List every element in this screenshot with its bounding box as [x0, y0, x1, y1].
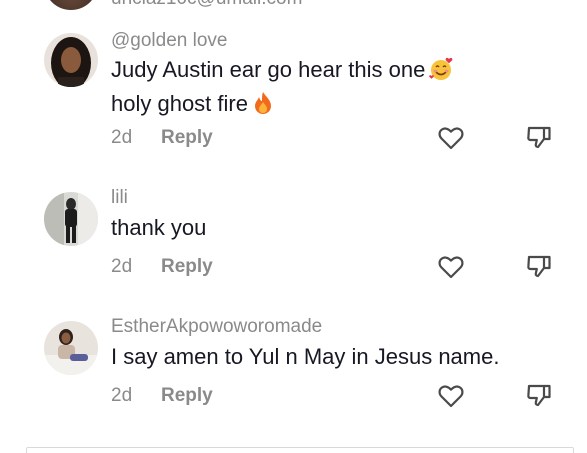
previous-comment-text: unclaz10c@umall.com [111, 0, 302, 10]
comment-text-line: I say amen to Yul n May in Jesus name. [111, 344, 500, 369]
comments-panel: unclaz10c@umall.com @golden love Judy Au… [0, 0, 587, 453]
comment-date: 2d [111, 256, 133, 277]
dislike-button[interactable] [524, 380, 554, 410]
comment-text: thank you [111, 213, 206, 243]
comment-date: 2d [111, 127, 133, 148]
dislike-button[interactable] [524, 251, 554, 281]
heart-outline-icon [438, 385, 464, 408]
reply-button[interactable]: Reply [161, 127, 213, 149]
thumbs-down-outline-icon [527, 126, 551, 149]
avatar[interactable] [44, 192, 98, 246]
reply-button[interactable]: Reply [161, 385, 213, 407]
like-button[interactable] [436, 123, 466, 153]
avatar[interactable] [44, 0, 98, 10]
thumbs-down-outline-icon [527, 384, 551, 407]
comment-username[interactable]: lili [111, 187, 128, 209]
fire-icon [252, 91, 274, 123]
comment-text: I say amen to Yul n May in Jesus name. [111, 342, 499, 372]
comment-text-line: Judy Austin ear go hear this one [111, 57, 426, 82]
dislike-button[interactable] [524, 122, 554, 152]
heart-outline-icon [438, 127, 464, 150]
reply-button[interactable]: Reply [161, 256, 213, 278]
heart-outline-icon [438, 256, 464, 279]
comment-text: Judy Austin ear go hear this one holy gh… [111, 55, 455, 123]
comment-username[interactable]: EstherAkpowoworomade [111, 316, 322, 338]
like-button[interactable] [436, 252, 466, 282]
comment-text-line: thank you [111, 215, 207, 240]
comment-text-line: holy ghost fire [111, 91, 248, 116]
avatar[interactable] [44, 33, 98, 87]
comment-date: 2d [111, 385, 133, 406]
comment-username[interactable]: @golden love [111, 30, 227, 52]
comment-input[interactable] [26, 447, 574, 453]
smiling-face-with-hearts-icon [429, 57, 455, 89]
like-button[interactable] [436, 381, 466, 411]
avatar[interactable] [44, 321, 98, 375]
thumbs-down-outline-icon [527, 255, 551, 278]
previous-comment-fragment: unclaz10c@umall.com [0, 0, 587, 12]
